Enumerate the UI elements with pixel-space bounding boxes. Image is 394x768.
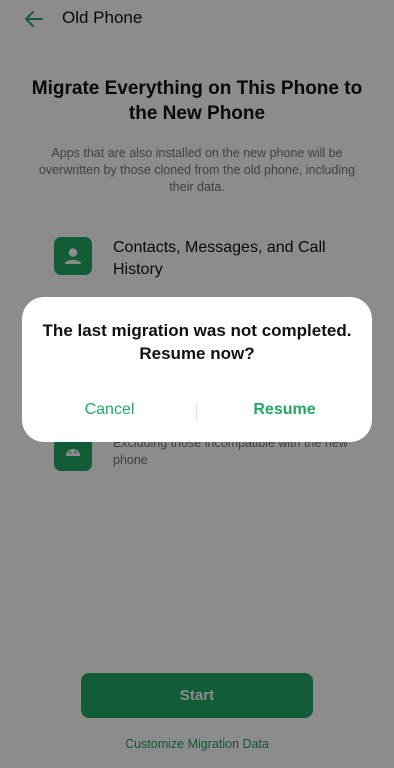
resume-dialog: The last migration was not completed. Re…	[22, 297, 372, 442]
dialog-message: The last migration was not completed. Re…	[42, 321, 352, 363]
resume-button[interactable]: Resume	[197, 401, 372, 419]
cancel-button[interactable]: Cancel	[22, 401, 197, 419]
